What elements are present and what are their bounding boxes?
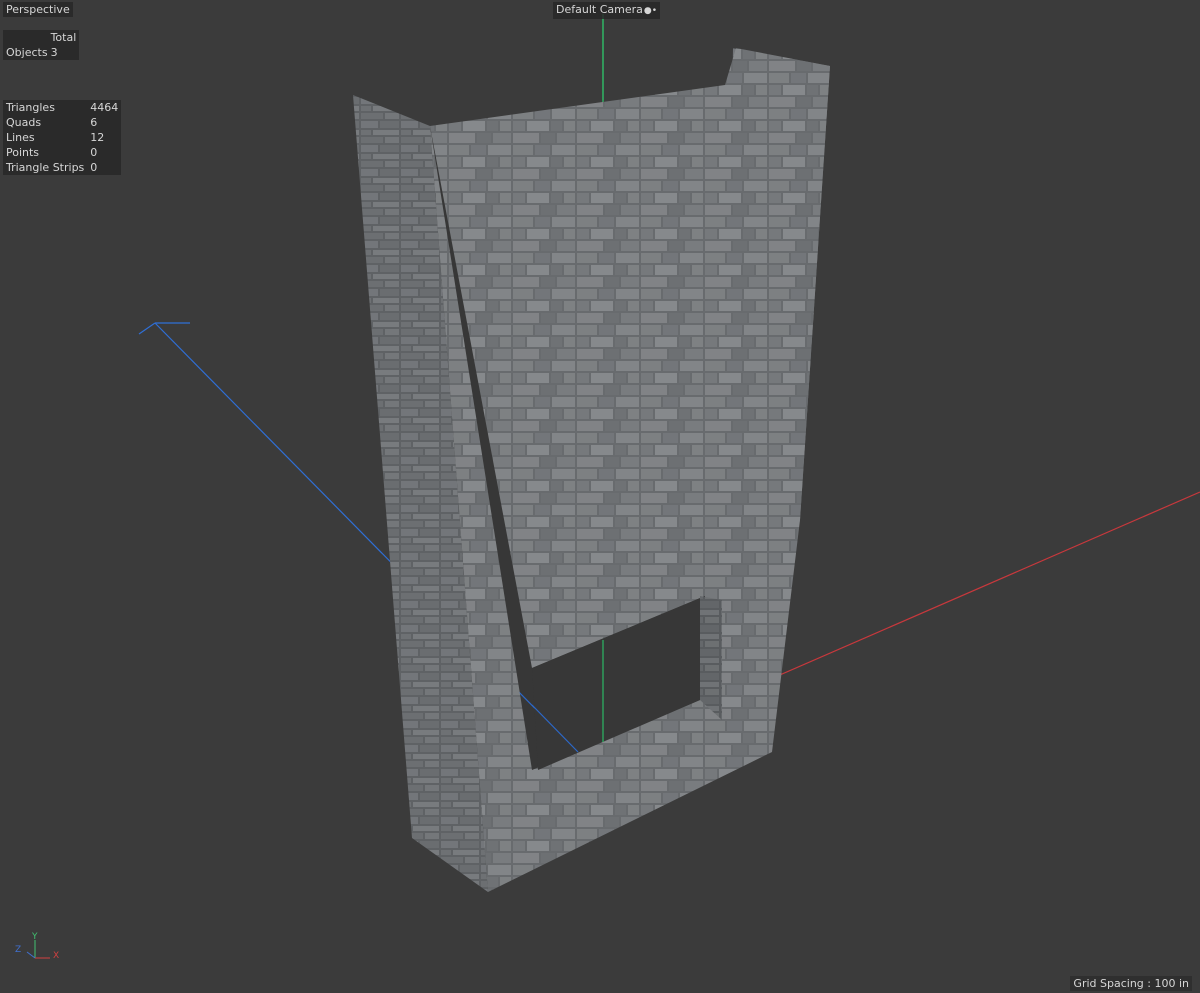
gizmo-z-label: Z (15, 945, 21, 955)
3d-viewport[interactable]: Perspective Default Camera●• Total Objec… (0, 0, 1200, 993)
objects-stats-label: Objects (6, 46, 48, 59)
objects-stats-table: Total Objects 3 (3, 30, 80, 60)
polygon-stats-row: Lines 12 (3, 130, 121, 145)
objects-stats-header-row: Total (3, 30, 79, 45)
z-axis-arrow-b (138, 322, 156, 335)
polygon-stats-row: Points 0 (3, 145, 121, 160)
polygon-stats-value: 4464 (90, 101, 119, 114)
axis-gizmo: Y X Z (15, 932, 59, 961)
polygon-stats-label: Triangles (6, 101, 55, 114)
polygon-stats-value: 0 (90, 146, 98, 159)
grid-spacing-label: Grid Spacing : 100 in (1070, 976, 1192, 991)
polygon-stats-value: 12 (90, 131, 105, 144)
camera-icon: ●• (643, 6, 658, 16)
gizmo-y-label: Y (31, 932, 38, 942)
polygon-stats-value: 0 (90, 161, 98, 174)
view-name-label[interactable]: Perspective (3, 2, 73, 17)
objects-stats-empty-header (3, 30, 51, 45)
polygon-stats-label: Triangle Strips (6, 161, 85, 174)
objects-stats-value: 3 (50, 46, 58, 59)
gizmo-x-label: X (53, 951, 59, 961)
objects-stats-total-header: Total (50, 31, 77, 44)
polygon-stats-value: 6 (90, 116, 98, 129)
gizmo-z-line (26, 951, 36, 959)
objects-stats-row: Objects 3 (3, 45, 79, 60)
polygon-stats-row: Quads 6 (3, 115, 121, 130)
scene-canvas[interactable] (0, 0, 1200, 993)
polygon-stats-label: Points (6, 146, 40, 159)
polygon-stats-label: Lines (6, 131, 35, 144)
camera-menu[interactable]: Default Camera●• (553, 2, 661, 19)
polygon-stats-table: Triangles 4464 Quads 6 Lines 12 Points 0… (3, 100, 122, 175)
front-shading (430, 48, 830, 892)
polygon-stats-row: Triangle Strips 0 (3, 160, 121, 175)
polygon-stats-row: Triangles 4464 (3, 100, 121, 115)
camera-name-label: Default Camera (556, 3, 643, 16)
polygon-stats-label: Quads (6, 116, 42, 129)
